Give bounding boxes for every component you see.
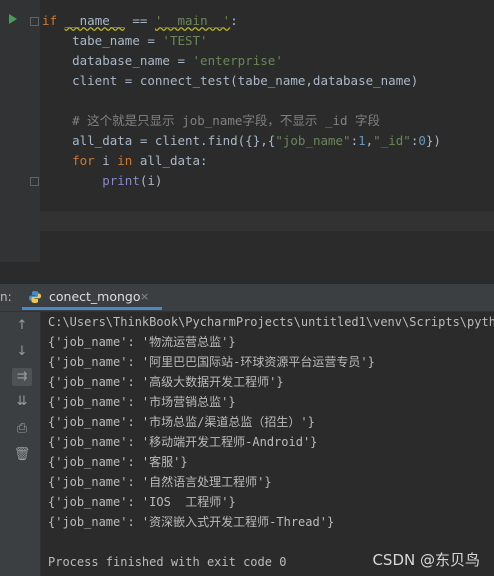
- console-command: C:\Users\ThinkBook\PycharmProjects\untit…: [48, 315, 494, 329]
- watermark: CSDN @东贝鸟: [372, 551, 480, 569]
- run-tool-window-header: n: conect_mongo ×: [0, 284, 494, 312]
- python-icon: [29, 291, 41, 303]
- console-line: {'job_name': '物流运营总监'}: [48, 335, 236, 349]
- run-arrow-icon[interactable]: [9, 14, 17, 24]
- tab-conect-mongo[interactable]: conect_mongo ×: [22, 284, 162, 310]
- console-line: {'job_name': '资深嵌入式开发工程师-Thread'}: [48, 515, 335, 529]
- fold-marker-icon[interactable]: [30, 17, 39, 26]
- console-line: {'job_name': '高级大数据开发工程师'}: [48, 375, 284, 389]
- code-line-6: # 这个就是只显示 job_name字段，不显示 _id 字段: [72, 113, 381, 128]
- code-line-3: database_name = 'enterprise': [72, 53, 283, 68]
- console-line: {'job_name': '移动端开发工程师-Android'}: [48, 435, 318, 449]
- code-line-1: if __name__ == '__main__':: [42, 13, 238, 28]
- trash-icon[interactable]: 🗑: [12, 446, 32, 464]
- panel-divider[interactable]: [0, 262, 494, 284]
- code-editor[interactable]: if __name__ == '__main__': tabe_name = '…: [0, 0, 494, 262]
- tab-label: conect_mongo: [49, 289, 141, 304]
- console-line: {'job_name': 'IOS 工程师'}: [48, 495, 236, 509]
- down-arrow-icon[interactable]: ↓: [12, 343, 32, 361]
- up-arrow-icon[interactable]: ↑: [12, 317, 32, 335]
- fold-marker-icon[interactable]: [30, 177, 39, 186]
- close-icon[interactable]: ×: [140, 284, 149, 309]
- print-icon[interactable]: ⎙: [12, 420, 32, 438]
- console-line: {'job_name': '市场营销总监'}: [48, 395, 236, 409]
- editor-gutter: [0, 0, 40, 262]
- code-line-7: all_data = client.find({},{"job_name":1,…: [72, 133, 441, 148]
- console-line: {'job_name': '阿里巴巴国际站-环球资源平台运营专员'}: [48, 355, 375, 369]
- console-output[interactable]: C:\Users\ThinkBook\PycharmProjects\untit…: [41, 312, 494, 576]
- exit-message: Process finished with exit code 0: [48, 555, 287, 569]
- scroll-to-end-icon[interactable]: ⇊: [12, 393, 32, 411]
- code-line-4: client = connect_test(tabe_name,database…: [72, 73, 419, 88]
- soft-wrap-icon[interactable]: ⇉: [12, 368, 32, 386]
- console-line: {'job_name': '市场总监/渠道总监（招生）'}: [48, 415, 315, 429]
- code-line-2: tabe_name = 'TEST': [72, 33, 208, 48]
- run-toolbar: ↑ ↓ ⇉ ⇊ ⎙ 🗑: [0, 312, 41, 576]
- console-line: {'job_name': '客服'}: [48, 455, 188, 469]
- console-line: {'job_name': '自然语言处理工程师'}: [48, 475, 272, 489]
- current-line-highlight: [40, 211, 494, 231]
- code-line-8: for i in all_data:: [72, 153, 208, 168]
- code-line-9: print(i): [102, 173, 163, 188]
- run-label: n:: [0, 290, 12, 304]
